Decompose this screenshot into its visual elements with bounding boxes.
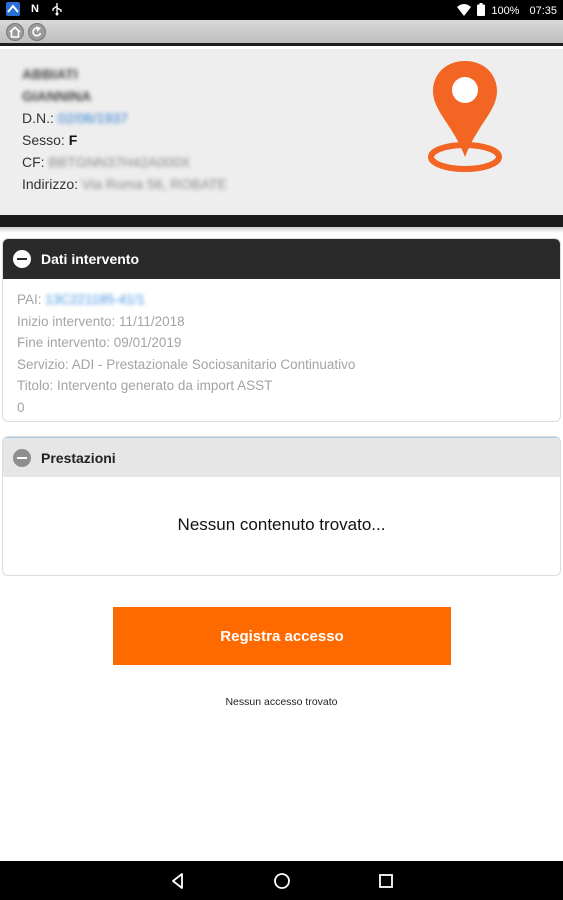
navigation-bar — [0, 861, 563, 900]
status-left: N — [6, 2, 64, 16]
sesso-label: Sesso: — [22, 132, 65, 148]
nav-home-icon[interactable] — [272, 871, 292, 891]
header-shadow — [0, 227, 563, 233]
titolo: Titolo: Intervento generato da import AS… — [17, 378, 273, 393]
back-icon[interactable] — [28, 23, 46, 41]
usb-icon — [50, 2, 64, 16]
map-pin-icon[interactable] — [427, 57, 505, 180]
dati-intervento-body: PAI: 13C221185-41/1 Inizio intervento: 1… — [3, 279, 560, 421]
status-bar: N 100% 07:35 — [0, 0, 563, 20]
battery-icon — [477, 3, 486, 19]
app-icon — [6, 2, 20, 16]
indirizzo-value: Via Roma 56, ROBATE — [81, 176, 227, 192]
pai-label: PAI: — [17, 292, 42, 307]
header-divider — [0, 215, 563, 227]
status-right: 100% 07:35 — [457, 3, 557, 19]
nav-recent-icon[interactable] — [376, 871, 396, 891]
nfc-icon: N — [31, 3, 39, 15]
wifi-icon — [457, 3, 472, 19]
patient-info: ABBIATI GIANNINA D.N.: 02/06/1937 Sesso:… — [22, 63, 227, 195]
patient-header: ABBIATI GIANNINA D.N.: 02/06/1937 Sesso:… — [0, 49, 563, 215]
indirizzo-label: Indirizzo: — [22, 176, 79, 192]
toolbar — [0, 20, 563, 46]
extra-value: 0 — [17, 399, 25, 415]
cf-value: BBTGNN37H42A000X — [48, 154, 191, 170]
prestazioni-header[interactable]: Prestazioni — [3, 437, 560, 477]
inizio-intervento: Inizio intervento: 11/11/2018 — [17, 313, 185, 329]
patient-surname: ABBIATI — [22, 66, 78, 82]
dn-label: D.N.: — [22, 110, 54, 126]
registra-accesso-button[interactable]: Registra accesso — [113, 607, 451, 665]
prestazioni-title: Prestazioni — [41, 449, 116, 466]
prestazioni-panel: Prestazioni Nessun contenuto trovato... — [2, 436, 561, 576]
prestazioni-empty: Nessun contenuto trovato... — [3, 477, 560, 573]
dati-intervento-title: Dati intervento — [41, 251, 140, 267]
nav-back-icon[interactable] — [168, 871, 188, 891]
clock: 07:35 — [529, 5, 557, 17]
collapse-icon[interactable] — [13, 250, 31, 268]
nessun-accesso-text: Nessun accesso trovato — [225, 696, 338, 708]
empty-message: Nessun contenuto trovato... — [177, 515, 386, 534]
dn-value[interactable]: 02/06/1937 — [58, 110, 128, 126]
cf-label: CF: — [22, 154, 45, 170]
servizio: Servizio: ADI - Prestazionale Sociosanit… — [17, 356, 356, 372]
battery-level: 100% — [491, 5, 520, 17]
patient-name: GIANNINA — [22, 88, 92, 104]
collapse-icon[interactable] — [13, 448, 31, 467]
dati-intervento-panel: Dati intervento PAI: 13C221185-41/1 Iniz… — [2, 238, 561, 422]
dati-intervento-header[interactable]: Dati intervento — [3, 239, 560, 279]
pai-value[interactable]: 13C221185-41/1 — [45, 292, 145, 307]
sesso-value: F — [68, 132, 78, 148]
fine-intervento: Fine intervento: 09/01/2019 — [17, 335, 182, 350]
home-icon[interactable] — [6, 23, 24, 41]
